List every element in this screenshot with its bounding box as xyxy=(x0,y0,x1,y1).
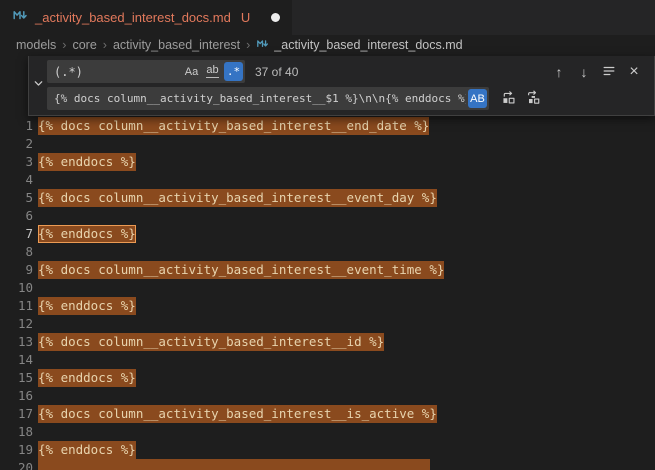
line-number: 2 xyxy=(0,135,33,153)
line-number: 14 xyxy=(0,351,33,369)
tab-filename: _activity_based_interest_docs.md xyxy=(35,10,231,25)
code-line[interactable]: 8 xyxy=(0,243,655,261)
code-line[interactable]: 5 {% docs column__activity_based_interest… xyxy=(0,189,655,207)
markdown-icon xyxy=(256,37,269,53)
code-line[interactable]: 20 xyxy=(0,459,655,470)
breadcrumb-item-activity-based-interest[interactable]: activity_based_interest xyxy=(113,38,240,52)
chevron-down-icon xyxy=(33,76,44,94)
search-field[interactable] xyxy=(54,65,180,79)
editor-lines: 1 {% docs column__activity_based_interest… xyxy=(0,55,655,470)
replace-field[interactable] xyxy=(54,92,466,105)
line-number: 15 xyxy=(0,369,33,387)
find-match: {% docs column__activity_based_interest_… xyxy=(38,117,429,135)
code-line[interactable]: 18 xyxy=(0,423,655,441)
find-match-clipped xyxy=(38,459,430,470)
unsaved-dot-icon[interactable] xyxy=(271,13,280,22)
line-number: 13 xyxy=(0,333,33,351)
code-line[interactable]: 19 {% enddocs %} xyxy=(0,441,655,459)
find-widget: Aa ab .* 37 of 40 ↑ ↓ xyxy=(28,56,655,116)
tab-bar: _activity_based_interest_docs.md U xyxy=(0,0,655,35)
whole-word-toggle[interactable]: ab xyxy=(203,62,222,81)
preserve-case-toggle[interactable]: AB xyxy=(468,89,487,108)
find-match: {% enddocs %} xyxy=(38,153,136,171)
replace-row: AB xyxy=(47,87,648,110)
find-match: {% docs column__activity_based_interest_… xyxy=(38,189,437,207)
arrow-up-icon: ↑ xyxy=(556,65,563,79)
close-find-button[interactable]: × xyxy=(623,61,645,83)
line-number: 4 xyxy=(0,171,33,189)
regex-toggle[interactable]: .* xyxy=(224,62,243,81)
code-line[interactable]: 6 xyxy=(0,207,655,225)
code-line[interactable]: 12 xyxy=(0,315,655,333)
breadcrumb-separator: › xyxy=(103,38,107,52)
code-line[interactable]: 1 {% docs column__activity_based_interest… xyxy=(0,117,655,135)
code-line[interactable]: 13 {% docs column__activity_based_interes… xyxy=(0,333,655,351)
arrow-down-icon: ↓ xyxy=(581,65,588,79)
editor-pane: 1 {% docs column__activity_based_interest… xyxy=(0,55,655,470)
line-number: 10 xyxy=(0,279,33,297)
toggle-replace-button[interactable] xyxy=(29,60,47,110)
code-line[interactable]: 3 {% enddocs %} xyxy=(0,153,655,171)
find-match: {% docs column__activity_based_interest_… xyxy=(38,405,437,423)
replace-all-icon xyxy=(526,90,541,107)
find-match: {% docs column__activity_based_interest_… xyxy=(38,261,444,279)
previous-match-button[interactable]: ↑ xyxy=(548,61,570,83)
close-icon: × xyxy=(629,64,638,80)
line-number: 20 xyxy=(0,459,33,470)
line-number: 16 xyxy=(0,387,33,405)
match-case-toggle[interactable]: Aa xyxy=(182,62,201,81)
next-match-button[interactable]: ↓ xyxy=(573,61,595,83)
code-line[interactable]: 14 xyxy=(0,351,655,369)
find-in-selection-button[interactable] xyxy=(598,61,620,83)
line-number: 17 xyxy=(0,405,33,423)
line-number: 11 xyxy=(0,297,33,315)
find-match: {% enddocs %} xyxy=(38,369,136,387)
line-number: 19 xyxy=(0,441,33,459)
line-number: 18 xyxy=(0,423,33,441)
code-line[interactable]: 2 xyxy=(0,135,655,153)
line-number: 8 xyxy=(0,243,33,261)
code-line[interactable]: 16 xyxy=(0,387,655,405)
line-number: 1 xyxy=(0,117,33,135)
code-line[interactable]: 17 {% docs column__activity_based_interes… xyxy=(0,405,655,423)
breadcrumb-separator: › xyxy=(62,38,66,52)
line-number: 12 xyxy=(0,315,33,333)
breadcrumb-item-core[interactable]: core xyxy=(72,38,96,52)
line-number: 5 xyxy=(0,189,33,207)
code-line[interactable]: 10 xyxy=(0,279,655,297)
breadcrumb-item-file[interactable]: _activity_based_interest_docs.md xyxy=(256,37,462,53)
line-number: 9 xyxy=(0,261,33,279)
find-row: Aa ab .* 37 of 40 ↑ ↓ xyxy=(47,60,648,83)
breadcrumb-filename: _activity_based_interest_docs.md xyxy=(274,38,462,52)
search-input[interactable]: Aa ab .* xyxy=(47,60,245,83)
breadcrumb-item-models[interactable]: models xyxy=(16,38,56,52)
code-line-current[interactable]: 7 {% enddocs %} xyxy=(0,225,655,243)
code-line[interactable]: 9 {% docs column__activity_based_interest… xyxy=(0,261,655,279)
find-match: {% enddocs %} xyxy=(38,297,136,315)
find-match-current: {% enddocs %} xyxy=(38,225,136,243)
code-line[interactable]: 15 {% enddocs %} xyxy=(0,369,655,387)
git-status-badge: U xyxy=(241,10,250,25)
replace-button[interactable] xyxy=(497,88,519,110)
find-match: {% enddocs %} xyxy=(38,441,136,459)
selection-lines-icon xyxy=(602,64,616,80)
markdown-icon xyxy=(12,7,28,28)
line-number: 6 xyxy=(0,207,33,225)
breadcrumb-separator: › xyxy=(246,38,250,52)
match-count: 37 of 40 xyxy=(255,65,298,79)
breadcrumb: models › core › activity_based_interest … xyxy=(0,35,655,55)
replace-all-icon-button[interactable] xyxy=(522,88,544,110)
editor-tab[interactable]: _activity_based_interest_docs.md U xyxy=(0,0,292,35)
line-number: 7 xyxy=(0,225,33,243)
find-match: {% docs column__activity_based_interest_… xyxy=(38,333,384,351)
replace-icon xyxy=(501,90,516,107)
line-number: 3 xyxy=(0,153,33,171)
replace-input[interactable]: AB xyxy=(47,87,489,110)
code-line[interactable]: 4 xyxy=(0,171,655,189)
code-line[interactable]: 11 {% enddocs %} xyxy=(0,297,655,315)
